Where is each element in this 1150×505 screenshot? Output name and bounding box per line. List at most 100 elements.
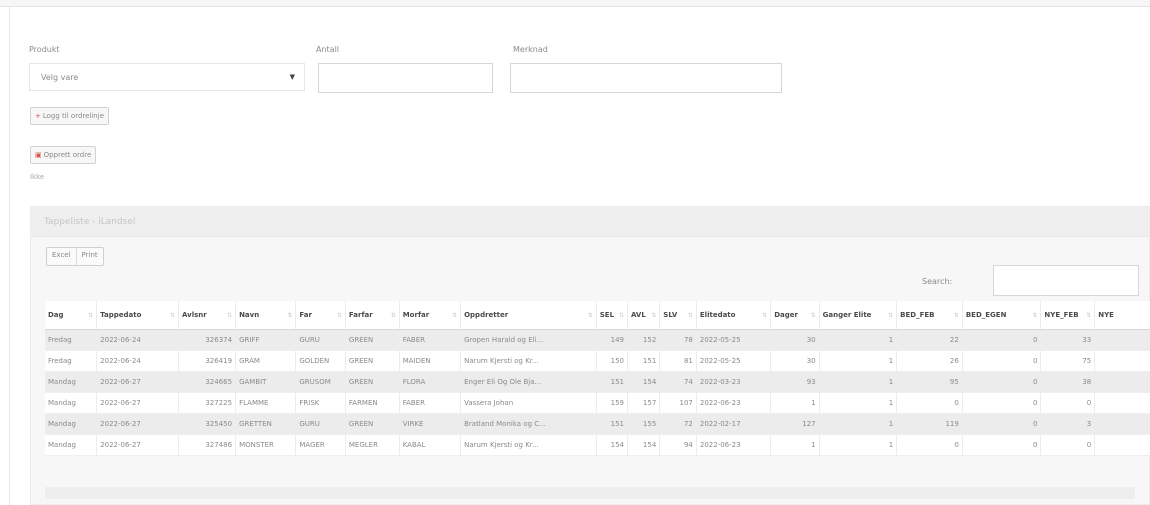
table-cell: KABAL [399, 434, 462, 456]
table-row[interactable]: Mandag 2022-06-27 327486 MONSTER MAGER MEGLER… [45, 434, 1150, 456]
table-cell: FABER [399, 329, 462, 351]
content-border [9, 6, 10, 505]
table-body: Fredag 2022-06-24 326374 GRIFF GURU GREEN FABE… [45, 329, 1150, 456]
table-cell: MAGER [295, 434, 346, 456]
table-cell: 2022-03-23 [696, 371, 772, 393]
column-header-label: Dag [48, 310, 64, 319]
search-input[interactable] [993, 265, 1139, 296]
table-cell: 93 [770, 371, 820, 393]
table-cell: Mandag [45, 434, 98, 456]
column-header-morfar[interactable]: Morfar ⇅ [399, 301, 462, 330]
column-header-slv[interactable]: SLV ⇅ [659, 301, 697, 330]
table-cell: 1 [819, 371, 898, 393]
column-header-oppdretter[interactable]: Oppdretter ⇅ [460, 301, 597, 330]
table-cell: GRAM [235, 350, 297, 372]
column-header-avl[interactable]: AVL ⇅ [627, 301, 661, 330]
table-cell: 119 [896, 413, 963, 435]
column-header-bed-egen[interactable]: BED_EGEN ⇅ [962, 301, 1042, 330]
panel-header: Tappeliste - iLandsel [31, 207, 1149, 237]
top-bar [0, 0, 1150, 7]
table-cell: FLAMME [235, 392, 297, 414]
table-cell: 0 [896, 392, 963, 414]
table-cell: 0 [962, 350, 1042, 372]
table-cell: 157 [627, 392, 661, 414]
table-row[interactable]: Mandag 2022-06-27 325450 GRETTEN GURU GREEN VI… [45, 413, 1150, 435]
table-cell: 0 [962, 371, 1042, 393]
print-button[interactable]: Print [75, 248, 103, 265]
table-cell [1094, 413, 1150, 435]
sort-icon: ⇅ [762, 312, 768, 319]
sort-icon: ⇅ [227, 312, 233, 319]
column-header-far[interactable]: Far ⇅ [295, 301, 346, 330]
opprett-ordre-button[interactable]: ▣ Opprett ordre [30, 146, 97, 164]
table-cell: 1 [770, 392, 820, 414]
column-header-label: SEL [599, 310, 615, 319]
table-cell: 0 [962, 392, 1042, 414]
sort-icon: ⇅ [651, 312, 657, 319]
table-cell: GREEN [345, 350, 400, 372]
column-header-nye-feb[interactable]: NYE_FEB ⇅ [1040, 301, 1096, 330]
column-header-label: Far [299, 310, 312, 319]
table-cell: 2022-06-27 [96, 413, 179, 435]
table-cell: Fredag [45, 329, 98, 351]
column-header-sel[interactable]: SEL ⇅ [596, 301, 628, 330]
column-header-dag[interactable]: Dag ⇅ [45, 301, 98, 330]
table-cell: 0 [962, 329, 1042, 351]
table-cell: 0 [962, 413, 1042, 435]
table-cell: 1 [819, 329, 898, 351]
column-header-nye[interactable]: NYE⇅ [1094, 301, 1150, 330]
column-header-ganger-elite[interactable]: Ganger Elite ⇅ [819, 301, 898, 330]
column-header-label: Avlsnr [182, 310, 207, 319]
sort-icon: ⇅ [1086, 312, 1092, 319]
table-row[interactable]: Fredag 2022-06-24 326419 GRAM GOLDEN GREEN MAI… [45, 350, 1150, 372]
table-cell: 107 [659, 392, 697, 414]
table-cell: 1 [819, 434, 898, 456]
merknad-input[interactable] [510, 63, 782, 93]
column-header-label: Dager [774, 310, 798, 319]
table-cell: 326419 [178, 350, 237, 372]
column-header-bed-feb[interactable]: BED_FEB ⇅ [896, 301, 963, 330]
column-header-farfar[interactable]: Farfar ⇅ [345, 301, 400, 330]
table-cell: 0 [1040, 392, 1096, 414]
table-cell: 72 [659, 413, 697, 435]
table-cell: 0 [1040, 434, 1096, 456]
table-cell: 151 [596, 371, 628, 393]
column-header-label: BED_EGEN [965, 310, 1007, 319]
antall-input[interactable] [318, 63, 493, 93]
table-row[interactable]: Mandag 2022-06-27 327225 FLAMME FRISK FARMEN F… [45, 392, 1150, 414]
column-header-navn[interactable]: Navn ⇅ [235, 301, 297, 330]
table-cell: FABER [399, 392, 462, 414]
table-cell: 155 [627, 413, 661, 435]
table-cell: 22 [896, 329, 963, 351]
table-cell: 327225 [178, 392, 237, 414]
table-cell: 3 [1040, 413, 1096, 435]
logg-til-ordrelinje-button[interactable]: + Logg til ordrelinje [30, 107, 109, 125]
sort-icon: ⇅ [953, 312, 959, 319]
table-cell: 151 [627, 350, 661, 372]
table-row[interactable]: Fredag 2022-06-24 326374 GRIFF GURU GREEN FABE… [45, 329, 1150, 351]
search-label: Search: [922, 277, 953, 286]
table-cell: GAMBIT [235, 371, 297, 393]
table-cell: 326374 [178, 329, 237, 351]
excel-button[interactable]: Excel [47, 248, 76, 265]
table-row[interactable]: Mandag 2022-06-27 324665 GAMBIT GRUSOM GREEN F… [45, 371, 1150, 393]
logg-til-ordrelinje-label: Logg til ordrelinje [42, 112, 104, 120]
table-cell: 154 [596, 434, 628, 456]
table-cell: 30 [770, 329, 820, 351]
chevron-down-icon: ▼ [289, 73, 295, 81]
column-header-tappedato[interactable]: Tappedato ⇅ [96, 301, 179, 330]
table-cell: 38 [1040, 371, 1096, 393]
table-cell: 151 [596, 413, 628, 435]
column-header-label: NYE_FEB [1044, 310, 1079, 319]
table-cell: Mandag [45, 371, 98, 393]
column-header-avlsnr[interactable]: Avlsnr ⇅ [178, 301, 237, 330]
table-cell: GREEN [345, 413, 400, 435]
produkt-select[interactable]: Velg vare ▼ [29, 63, 305, 91]
table-cell: GREEN [345, 329, 400, 351]
column-header-elitedato[interactable]: Elitedato ⇅ [696, 301, 772, 330]
table-cell: Fredag [45, 350, 98, 372]
sort-icon: ⇅ [587, 312, 593, 319]
table-cell: 1 [819, 392, 898, 414]
export-buttons: Excel Print [46, 247, 104, 266]
column-header-dager[interactable]: Dager ⇅ [770, 301, 820, 330]
